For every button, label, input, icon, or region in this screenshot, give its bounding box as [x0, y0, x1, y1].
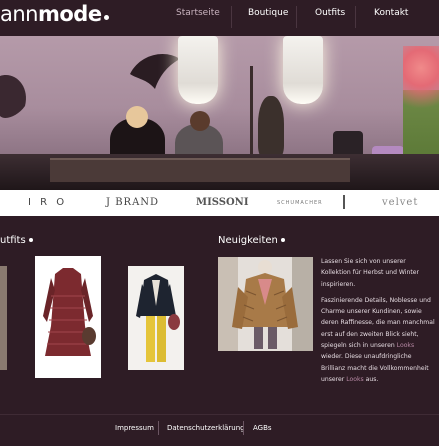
person-left-head	[126, 106, 148, 128]
logo-bold-text: mode	[38, 2, 102, 26]
nav-divider	[296, 6, 297, 28]
site-header: annmode Startseite Boutique Outfits Kont…	[0, 0, 439, 36]
outfits-title-text: utfits	[0, 235, 26, 246]
outfit-blazer-image	[128, 266, 184, 370]
outfits-section-title: utfits	[0, 235, 33, 246]
news-fur-jacket-image	[218, 257, 313, 351]
nav-outfits[interactable]: Outfits	[315, 8, 345, 18]
chandelier-lamp	[178, 36, 218, 104]
looks-link[interactable]: Looks	[346, 376, 363, 383]
nav-startseite[interactable]: Startseite	[176, 8, 220, 18]
site-logo[interactable]: annmode	[0, 2, 109, 26]
outfit-coat-red-image	[43, 268, 96, 356]
outfit-card-partial[interactable]	[0, 266, 7, 370]
news-text-part: aus.	[363, 375, 379, 383]
footer-impressum-link[interactable]: Impressum	[115, 424, 154, 432]
title-dot	[280, 238, 285, 242]
news-paragraph: Faszinierende Details, Noblesse und Char…	[321, 295, 437, 385]
clothing-rack	[250, 66, 253, 156]
looks-link[interactable]: Looks	[397, 342, 414, 349]
nav-boutique[interactable]: Boutique	[248, 8, 288, 18]
mannequin-coat	[258, 96, 284, 158]
footer-datenschutz-link[interactable]: Datenschutzerklärung	[167, 424, 245, 432]
logo-light-text: ann	[0, 2, 39, 26]
news-section-title: Neuigkeiten	[218, 235, 285, 246]
nav-kontakt[interactable]: Kontakt	[374, 8, 408, 18]
hero-table	[50, 158, 350, 182]
chandelier-lamp	[283, 36, 323, 104]
footer-divider	[0, 414, 439, 415]
brand-jbrand[interactable]: J BRAND	[106, 197, 159, 208]
title-dot	[28, 238, 33, 242]
logo-dot	[103, 15, 109, 20]
brand-velvet[interactable]: velvet	[382, 197, 418, 208]
news-text-part: Faszinierende Details, Noblesse und Char…	[321, 296, 435, 350]
brand-missoni[interactable]: MISSONI	[196, 197, 249, 208]
footer-agbs-link[interactable]: AGBs	[253, 424, 272, 432]
outfit-card[interactable]	[35, 256, 101, 378]
news-image[interactable]	[218, 257, 313, 351]
brand-iro[interactable]: I R O	[28, 197, 67, 208]
news-text-block: Lassen Sie sich von unserer Kollektion f…	[321, 256, 437, 390]
footer-separator	[158, 421, 159, 435]
news-title-text: Neuigkeiten	[218, 235, 278, 246]
brand-divider	[343, 195, 345, 209]
wall-silhouette-decoration	[0, 75, 26, 118]
footer-separator	[243, 421, 244, 435]
brand-schumacher[interactable]: SCHUMACHER	[277, 200, 323, 206]
hero-banner-image	[0, 36, 439, 190]
news-paragraph: Lassen Sie sich von unserer Kollektion f…	[321, 258, 419, 288]
nav-divider	[231, 6, 232, 28]
outfit-card[interactable]	[128, 266, 184, 370]
brand-logo-bar: I R O J BRAND MISSONI SCHUMACHER velvet	[0, 190, 439, 216]
flower-vase	[403, 46, 439, 156]
person-right-head	[190, 111, 210, 131]
nav-divider	[355, 6, 356, 28]
